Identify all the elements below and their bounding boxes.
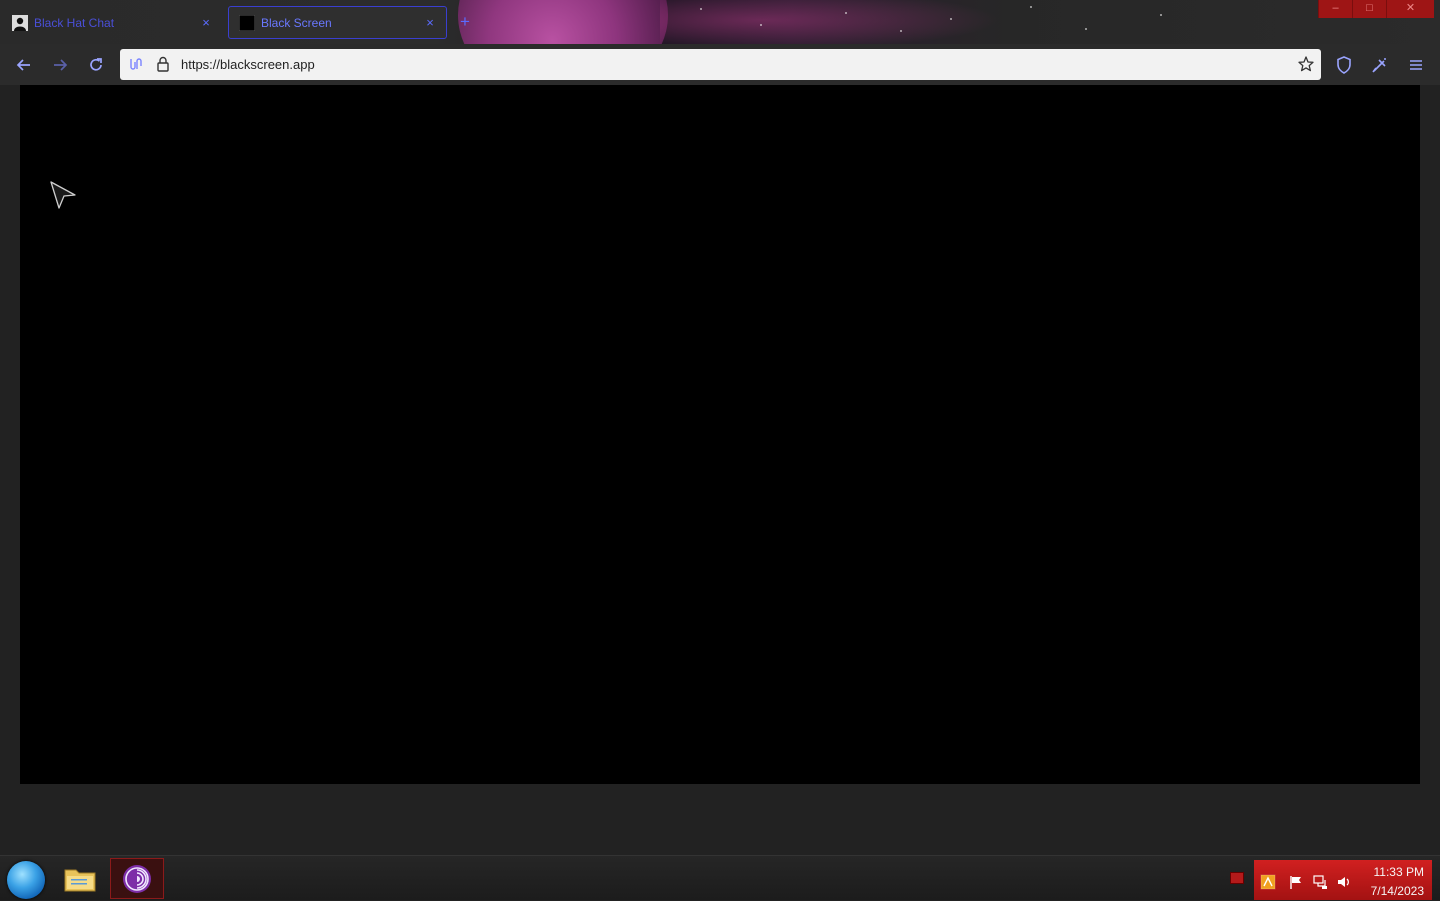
back-button[interactable] bbox=[12, 54, 36, 76]
bookmark-star-icon[interactable] bbox=[1297, 55, 1315, 73]
permissions-icon[interactable] bbox=[128, 56, 144, 72]
close-window-button[interactable]: ✕ bbox=[1386, 0, 1434, 18]
hamburger-menu-icon[interactable] bbox=[1406, 55, 1426, 75]
tab-title: Black Screen bbox=[261, 15, 332, 30]
maximize-button[interactable]: □ bbox=[1352, 0, 1386, 18]
new-tab-button[interactable]: + bbox=[460, 12, 470, 32]
minimize-button[interactable]: – bbox=[1318, 0, 1352, 18]
tab-black-hat-chat[interactable]: Black Hat Chat × bbox=[2, 6, 222, 39]
volume-icon[interactable] bbox=[1336, 874, 1352, 890]
navigation-bar: https://blackscreen.app bbox=[0, 44, 1440, 85]
tab-title: Black Hat Chat bbox=[34, 15, 115, 30]
reload-button[interactable] bbox=[84, 54, 108, 76]
clock-date: 7/14/2023 bbox=[1370, 884, 1424, 898]
arrow-left-icon bbox=[16, 59, 30, 71]
network-icon[interactable] bbox=[1312, 874, 1328, 890]
taskbar-file-explorer[interactable] bbox=[53, 858, 107, 899]
shield-icon[interactable] bbox=[1334, 55, 1354, 75]
tab-close-icon[interactable]: × bbox=[422, 15, 438, 30]
wallpaper-nebula bbox=[660, 0, 1000, 44]
tray-overflow-icon[interactable] bbox=[1230, 872, 1244, 884]
action-center-flag-icon[interactable] bbox=[1288, 874, 1304, 890]
forward-button[interactable] bbox=[48, 54, 72, 76]
new-identity-broom-icon[interactable] bbox=[1370, 55, 1390, 75]
reload-icon bbox=[90, 58, 102, 71]
system-tray: 11:33 PM 7/14/2023 bbox=[1254, 860, 1432, 900]
address-bar[interactable]: https://blackscreen.app bbox=[120, 49, 1321, 80]
black-square-icon bbox=[239, 14, 255, 31]
clock-time: 11:33 PM bbox=[1373, 865, 1424, 879]
arrow-right-icon bbox=[54, 59, 68, 71]
tab-black-screen[interactable]: Black Screen × bbox=[228, 6, 447, 39]
url-text[interactable]: https://blackscreen.app bbox=[181, 57, 315, 72]
tor-browser-icon bbox=[123, 864, 151, 893]
tab-close-icon[interactable]: × bbox=[198, 15, 214, 30]
window-controls: – □ ✕ bbox=[1318, 0, 1434, 18]
lock-icon[interactable] bbox=[156, 56, 170, 72]
start-button[interactable] bbox=[7, 861, 45, 899]
taskbar: 11:33 PM 7/14/2023 bbox=[0, 855, 1440, 900]
wallpaper-planet bbox=[458, 0, 668, 44]
folder-icon bbox=[64, 869, 96, 891]
black-screen-page[interactable] bbox=[20, 85, 1420, 784]
user-silhouette-icon bbox=[12, 14, 28, 31]
mouse-pointer-icon bbox=[50, 181, 76, 209]
clock[interactable]: 11:33 PM 7/14/2023 bbox=[1371, 863, 1424, 901]
tab-strip: Black Hat Chat × Black Screen × + – □ ✕ bbox=[0, 0, 1440, 44]
taskbar-tor-browser[interactable] bbox=[110, 858, 164, 899]
app-tray-icon[interactable] bbox=[1260, 874, 1276, 890]
